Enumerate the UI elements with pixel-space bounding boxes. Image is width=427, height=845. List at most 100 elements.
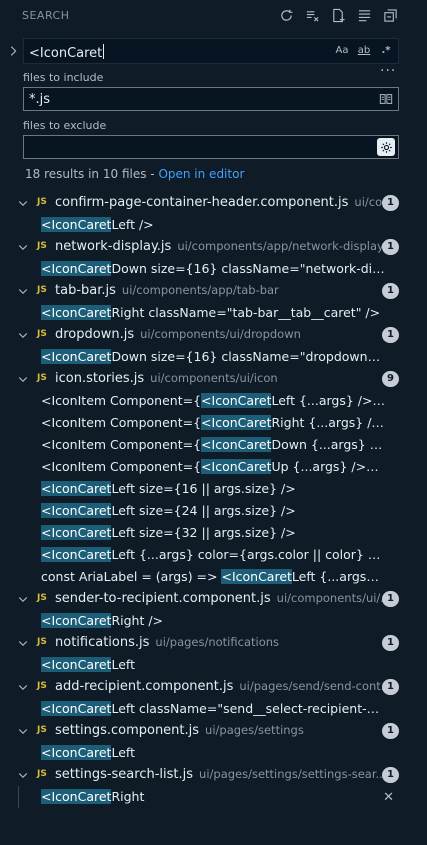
result-file-name: notifications.js ui/pages/notifications	[55, 635, 279, 650]
match-after-text: Right className="tab-bar__tab__caret" />	[111, 305, 381, 320]
result-match-row[interactable]: <IconItem Component={<IconCaretLeft {...…	[0, 390, 427, 412]
result-file-row[interactable]: JS dropdown.js ui/components/ui/dropdown 1	[0, 324, 427, 346]
result-file-path: ui/components/app/tab-bar	[121, 283, 279, 297]
match-before-text: <IconItem Component={	[41, 459, 202, 474]
files-to-exclude-input[interactable]	[23, 135, 399, 159]
regex-toggle[interactable]: .*	[378, 43, 394, 59]
match-count-badge: 1	[382, 327, 399, 343]
match-highlight: <IconCaret	[221, 569, 292, 584]
match-count-badge: 1	[382, 679, 399, 695]
result-file-row[interactable]: JS tab-bar.js ui/components/app/tab-bar 1	[0, 280, 427, 302]
files-to-include-value: *.js	[29, 92, 51, 107]
chevron-down-icon[interactable]	[17, 725, 29, 737]
file-name-text: settings-search-list.js	[55, 767, 194, 782]
file-name-text: settings.component.js	[55, 723, 200, 738]
files-to-include-label: files to include	[23, 71, 104, 84]
result-match-row[interactable]: <IconCaretRight ✕	[0, 786, 427, 808]
result-match-row[interactable]: <IconCaretRight />	[0, 610, 427, 632]
match-highlight: <IconCaret	[41, 701, 112, 716]
dismiss-result-icon[interactable]: ✕	[383, 790, 394, 805]
open-editors-only-icon[interactable]	[377, 90, 395, 108]
match-highlight: <IconCaret	[41, 349, 112, 364]
file-name-text: confirm-page-container-header.component.…	[55, 195, 349, 210]
match-after-text: Right {...args} />} />	[271, 415, 386, 430]
result-match-row[interactable]: <IconCaretLeft size={32 || args.size} />	[0, 522, 427, 544]
chevron-down-icon[interactable]	[17, 329, 29, 341]
chevron-down-icon[interactable]	[17, 285, 29, 297]
match-after-text: Left size={32 || args.size} />	[111, 525, 296, 540]
match-text: const AriaLabel = (args) => <IconCaretLe…	[41, 569, 386, 584]
collapse-all-icon[interactable]	[381, 6, 399, 24]
js-file-icon: JS	[37, 241, 47, 251]
result-file-row[interactable]: JS settings-search-list.js ui/pages/settin…	[0, 764, 427, 786]
match-text: <IconItem Component={<IconCaretLeft {...…	[41, 393, 386, 408]
file-name-text: sender-to-recipient.component.js	[55, 591, 271, 606]
match-text: <IconItem Component={<IconCaretUp {...ar…	[41, 459, 386, 474]
match-text: <IconCaretRight />	[41, 613, 386, 628]
result-file-path: ui/pages/send/send-cont...	[239, 679, 392, 693]
match-highlight: <IconCaret	[41, 745, 112, 760]
result-match-row[interactable]: <IconCaretLeft size={16 || args.size} />	[0, 478, 427, 500]
match-text: <IconCaretRight className="tab-bar__tab_…	[41, 305, 386, 320]
file-name-text: network-display.js	[55, 239, 172, 254]
match-highlight: <IconCaret	[201, 437, 272, 452]
chevron-down-icon[interactable]	[17, 241, 29, 253]
search-input[interactable]: <IconCaret Aa ab .*	[23, 38, 399, 64]
file-name-text: notifications.js	[55, 635, 150, 650]
chevron-down-icon[interactable]	[17, 681, 29, 693]
search-query: <IconCaret	[29, 46, 103, 61]
search-results-tree: JS confirm-page-container-header.componen…	[0, 192, 427, 808]
search-options: Aa ab .*	[334, 43, 394, 59]
whole-word-toggle[interactable]: ab	[356, 43, 372, 59]
chevron-down-icon[interactable]	[17, 593, 29, 605]
result-file-row[interactable]: JS confirm-page-container-header.componen…	[0, 192, 427, 214]
result-match-row[interactable]: <IconItem Component={<IconCaretDown {...…	[0, 434, 427, 456]
chevron-down-icon[interactable]	[17, 637, 29, 649]
result-file-row[interactable]: JS sender-to-recipient.component.js ui/com…	[0, 588, 427, 610]
more-options-icon[interactable]: ···	[380, 63, 396, 79]
result-match-row[interactable]: <IconItem Component={<IconCaretRight {..…	[0, 412, 427, 434]
result-match-row[interactable]: <IconCaretDown size={16} className="drop…	[0, 346, 427, 368]
view-as-tree-icon[interactable]	[355, 6, 373, 24]
result-match-row[interactable]: <IconItem Component={<IconCaretUp {...ar…	[0, 456, 427, 478]
result-match-row[interactable]: <IconCaretLeft	[0, 742, 427, 764]
result-match-row[interactable]: <IconCaretDown size={16} className="netw…	[0, 258, 427, 280]
result-file-name: confirm-page-container-header.component.…	[55, 195, 394, 210]
chevron-down-icon[interactable]	[17, 373, 29, 385]
open-in-editor-link[interactable]: Open in editor	[158, 167, 244, 181]
result-file-row[interactable]: JS icon.stories.js ui/components/ui/icon 9	[0, 368, 427, 390]
match-count-badge: 1	[382, 767, 399, 783]
chevron-down-icon[interactable]	[17, 197, 29, 209]
js-file-icon: JS	[37, 637, 47, 647]
result-match-row[interactable]: <IconCaretLeft {...args} color={args.col…	[0, 544, 427, 566]
result-match-row[interactable]: <IconCaretLeft className="send__select-r…	[0, 698, 427, 720]
result-file-name: add-recipient.component.js ui/pages/send/…	[55, 679, 392, 694]
match-count-badge: 1	[382, 635, 399, 651]
toggle-replace-chevron-icon[interactable]	[6, 44, 20, 58]
match-text: <IconCaretLeft	[41, 745, 386, 760]
js-file-icon: JS	[37, 373, 47, 383]
use-exclude-settings-icon[interactable]	[377, 138, 395, 156]
result-match-row[interactable]: <IconCaretLeft />	[0, 214, 427, 236]
result-file-path: ui/components/ui/...	[276, 591, 392, 605]
match-case-toggle[interactable]: Aa	[334, 43, 350, 59]
file-name-text: tab-bar.js	[55, 283, 116, 298]
result-match-row[interactable]: <IconCaretLeft size={24 || args.size} />	[0, 500, 427, 522]
result-file-name: settings-search-list.js ui/pages/settings…	[55, 767, 386, 782]
match-count-badge: 9	[382, 371, 399, 387]
new-search-editor-icon[interactable]	[329, 6, 347, 24]
files-to-include-input[interactable]: *.js	[23, 87, 399, 111]
clear-results-icon[interactable]	[303, 6, 321, 24]
result-file-row[interactable]: JS notifications.js ui/pages/notifications…	[0, 632, 427, 654]
result-match-row[interactable]: const AriaLabel = (args) => <IconCaretLe…	[0, 566, 427, 588]
result-file-row[interactable]: JS settings.component.js ui/pages/settings…	[0, 720, 427, 742]
result-file-row[interactable]: JS add-recipient.component.js ui/pages/sen…	[0, 676, 427, 698]
match-after-text: Left {...args} />} />	[271, 393, 386, 408]
chevron-down-icon[interactable]	[17, 769, 29, 781]
result-match-row[interactable]: <IconCaretLeft	[0, 654, 427, 676]
result-match-row[interactable]: <IconCaretRight className="tab-bar__tab_…	[0, 302, 427, 324]
result-file-name: sender-to-recipient.component.js ui/compo…	[55, 591, 391, 606]
refresh-icon[interactable]	[277, 6, 295, 24]
match-highlight: <IconCaret	[201, 415, 272, 430]
result-file-row[interactable]: JS network-display.js ui/components/app/ne…	[0, 236, 427, 258]
